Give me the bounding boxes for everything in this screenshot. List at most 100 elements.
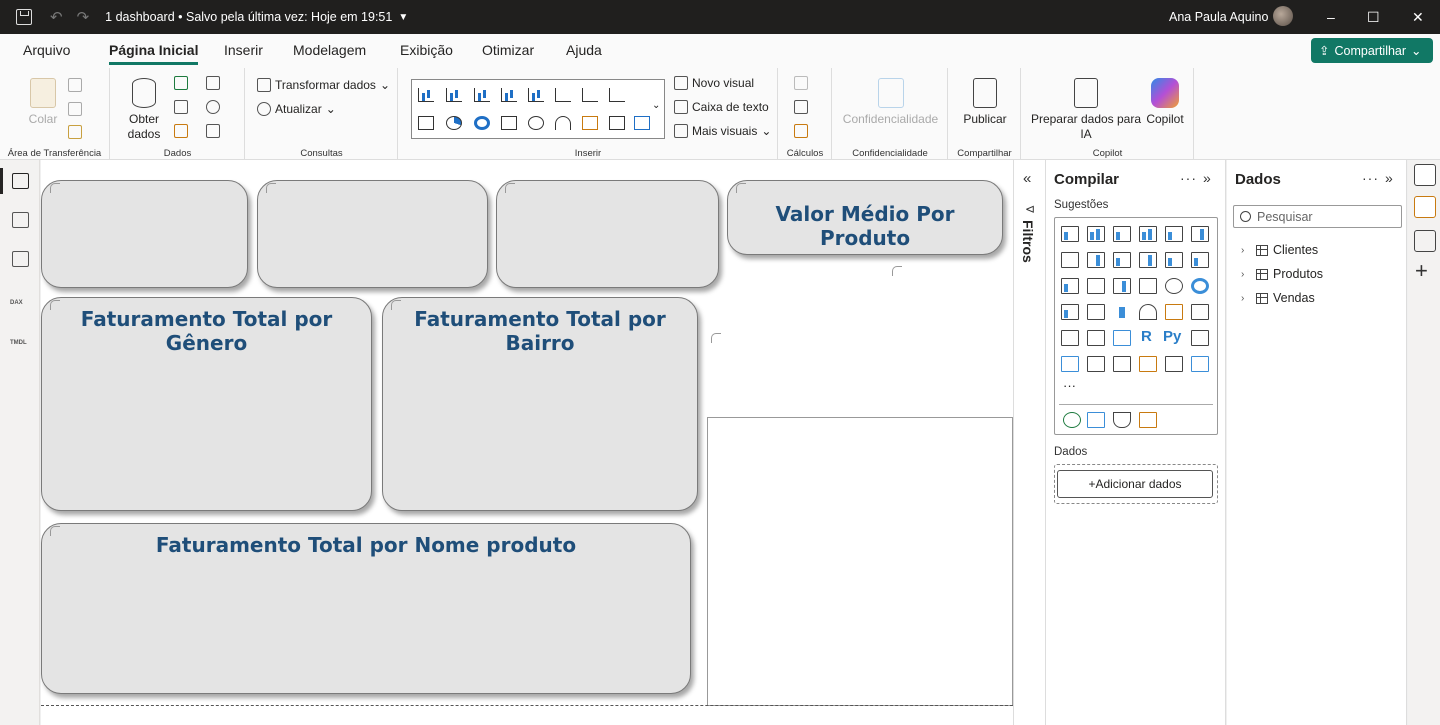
tab-otimizar[interactable]: Otimizar <box>482 42 534 58</box>
area-chart-icon[interactable] <box>582 88 598 102</box>
funnel-chart-icon[interactable] <box>1113 278 1131 294</box>
kpi-icon[interactable] <box>1191 304 1209 320</box>
sql-icon[interactable] <box>174 124 188 138</box>
table-item[interactable]: › Vendas <box>1241 291 1315 305</box>
text-box-button[interactable]: Caixa de texto <box>674 100 769 114</box>
stacked-column-icon[interactable] <box>446 88 462 102</box>
report-view-icon[interactable] <box>12 173 29 189</box>
waterfall-icon[interactable] <box>1061 278 1079 294</box>
map-icon[interactable] <box>528 116 544 130</box>
product-revenue-chart[interactable]: Faturamento Total por Nome produto <box>41 523 691 694</box>
document-title[interactable]: 1 dashboard • Salvo pela última vez: Hoj… <box>105 10 392 24</box>
redo-icon[interactable]: ↷ <box>77 8 90 26</box>
treemap-icon[interactable] <box>1061 304 1079 320</box>
avatar[interactable] <box>1273 6 1293 26</box>
prepare-data-ai-button[interactable]: Preparar dados para IA <box>1030 78 1142 142</box>
stacked-bar-icon[interactable] <box>418 88 434 102</box>
slicer-icon[interactable] <box>1061 330 1079 346</box>
stacked-area-icon[interactable] <box>1113 252 1131 268</box>
tab-modelagem[interactable]: Modelagem <box>293 42 366 58</box>
undo-icon[interactable]: ↶ <box>50 8 63 26</box>
share-button[interactable]: ⇪ Compartilhar ⌄ <box>1311 38 1433 63</box>
table-icon[interactable] <box>609 116 625 130</box>
tmdl-view-icon[interactable]: TMDL <box>10 340 27 346</box>
report-canvas[interactable]: Valor Médio Por Produto Faturamento Tota… <box>41 160 1013 725</box>
tab-inserir[interactable]: Inserir <box>224 42 263 58</box>
chevron-right-icon[interactable]: › <box>1241 245 1251 256</box>
cut-icon[interactable] <box>68 78 82 92</box>
donut-chart-icon[interactable] <box>474 116 490 130</box>
chevron-right-icon[interactable]: › <box>1241 293 1251 304</box>
matrix-icon[interactable] <box>1113 330 1131 346</box>
kpi-card-3[interactable] <box>496 180 719 288</box>
100-stacked-icon[interactable] <box>528 88 544 102</box>
funnel-icon[interactable] <box>418 116 434 130</box>
azure-map-icon[interactable] <box>1113 304 1131 320</box>
table-view-icon[interactable] <box>12 212 29 228</box>
line-chart-icon[interactable] <box>555 88 571 102</box>
chevron-down-icon[interactable]: ⌄ <box>652 100 660 111</box>
chevron-down-icon[interactable]: ▼ <box>398 12 408 23</box>
paginated-report-icon[interactable] <box>1113 356 1131 372</box>
100-stacked-column-icon[interactable] <box>1191 226 1209 242</box>
donut-chart-icon[interactable] <box>1191 278 1209 294</box>
tab-exibicao[interactable]: Exibição <box>400 42 453 58</box>
card-icon[interactable] <box>1165 304 1183 320</box>
visual-placeholder[interactable] <box>707 417 1013 706</box>
add-pane-icon[interactable]: + <box>1415 258 1428 284</box>
key-influencers-icon[interactable] <box>1191 330 1209 346</box>
more-visuals-button[interactable]: Mais visuais ⌄ <box>674 124 771 138</box>
gauge-icon[interactable] <box>555 116 571 130</box>
copilot-button[interactable]: Copilot <box>1140 78 1190 127</box>
get-data-button[interactable]: Obter dados <box>119 78 169 142</box>
format-painter-icon[interactable] <box>68 125 82 139</box>
kpi-card-1[interactable] <box>41 180 248 288</box>
chevron-right-icon[interactable]: › <box>1241 269 1251 280</box>
stacked-column-icon[interactable] <box>1087 226 1105 242</box>
100-stacked-bar-icon[interactable] <box>1165 226 1183 242</box>
r-visual-icon[interactable]: R <box>1141 328 1159 345</box>
save-icon[interactable] <box>16 9 32 25</box>
model-view-icon[interactable] <box>12 251 29 267</box>
globe-map-icon[interactable] <box>1063 412 1081 428</box>
table-item[interactable]: › Produtos <box>1241 267 1323 281</box>
trophy-icon[interactable] <box>1113 412 1131 428</box>
dataverse-icon[interactable] <box>206 100 220 114</box>
treemap-icon[interactable] <box>501 116 517 130</box>
clustered-column-icon[interactable] <box>501 88 517 102</box>
filters-pane-collapsed[interactable]: « ⊲ Filtros <box>1013 160 1046 725</box>
district-revenue-chart[interactable]: Faturamento Total por Bairro <box>382 297 698 511</box>
more-visuals-icon[interactable]: ··· <box>1063 378 1076 393</box>
publish-button[interactable]: Publicar <box>955 78 1015 127</box>
scatter-chart-icon[interactable] <box>1139 278 1157 294</box>
transform-data-button[interactable]: Transformar dados ⌄ <box>257 78 390 92</box>
add-data-button[interactable]: +Adicionar dados <box>1057 470 1213 498</box>
table-icon[interactable] <box>1087 330 1105 346</box>
kpi-card-2[interactable] <box>257 180 488 288</box>
new-visual-button[interactable]: Novo visual <box>674 76 754 90</box>
decomposition-tree-icon[interactable] <box>1061 356 1079 372</box>
data-pane-icon[interactable] <box>1414 164 1436 186</box>
refresh-button[interactable]: Atualizar ⌄ <box>257 102 336 116</box>
ribbon-chart-icon[interactable] <box>1139 252 1157 268</box>
map-icon[interactable] <box>1087 304 1105 320</box>
filters-label[interactable]: Filtros <box>1020 220 1036 263</box>
avg-value-card[interactable]: Valor Médio Por Produto <box>727 180 1003 255</box>
metrics-icon[interactable] <box>1165 356 1183 372</box>
clustered-bar-icon[interactable] <box>474 88 490 102</box>
more-options-icon[interactable]: ··· <box>1180 170 1197 186</box>
visual-gallery[interactable]: ⌄ <box>411 79 665 139</box>
card-icon[interactable] <box>582 116 598 130</box>
copy-icon[interactable] <box>68 102 82 116</box>
matrix-icon[interactable] <box>634 116 650 130</box>
more-options-icon[interactable]: ··· <box>1362 170 1379 186</box>
clustered-column-icon[interactable] <box>1139 226 1157 242</box>
clustered-bar-icon[interactable] <box>1113 226 1131 242</box>
dax-query-view-icon[interactable]: DAX <box>10 300 23 306</box>
data-hub-icon[interactable] <box>174 100 188 114</box>
quick-measure-icon[interactable] <box>794 124 808 138</box>
shape-map-icon[interactable] <box>1087 412 1105 428</box>
recent-sources-icon[interactable] <box>206 124 220 138</box>
line-column-icon[interactable] <box>1165 252 1183 268</box>
search-input[interactable]: Pesquisar <box>1233 205 1402 228</box>
